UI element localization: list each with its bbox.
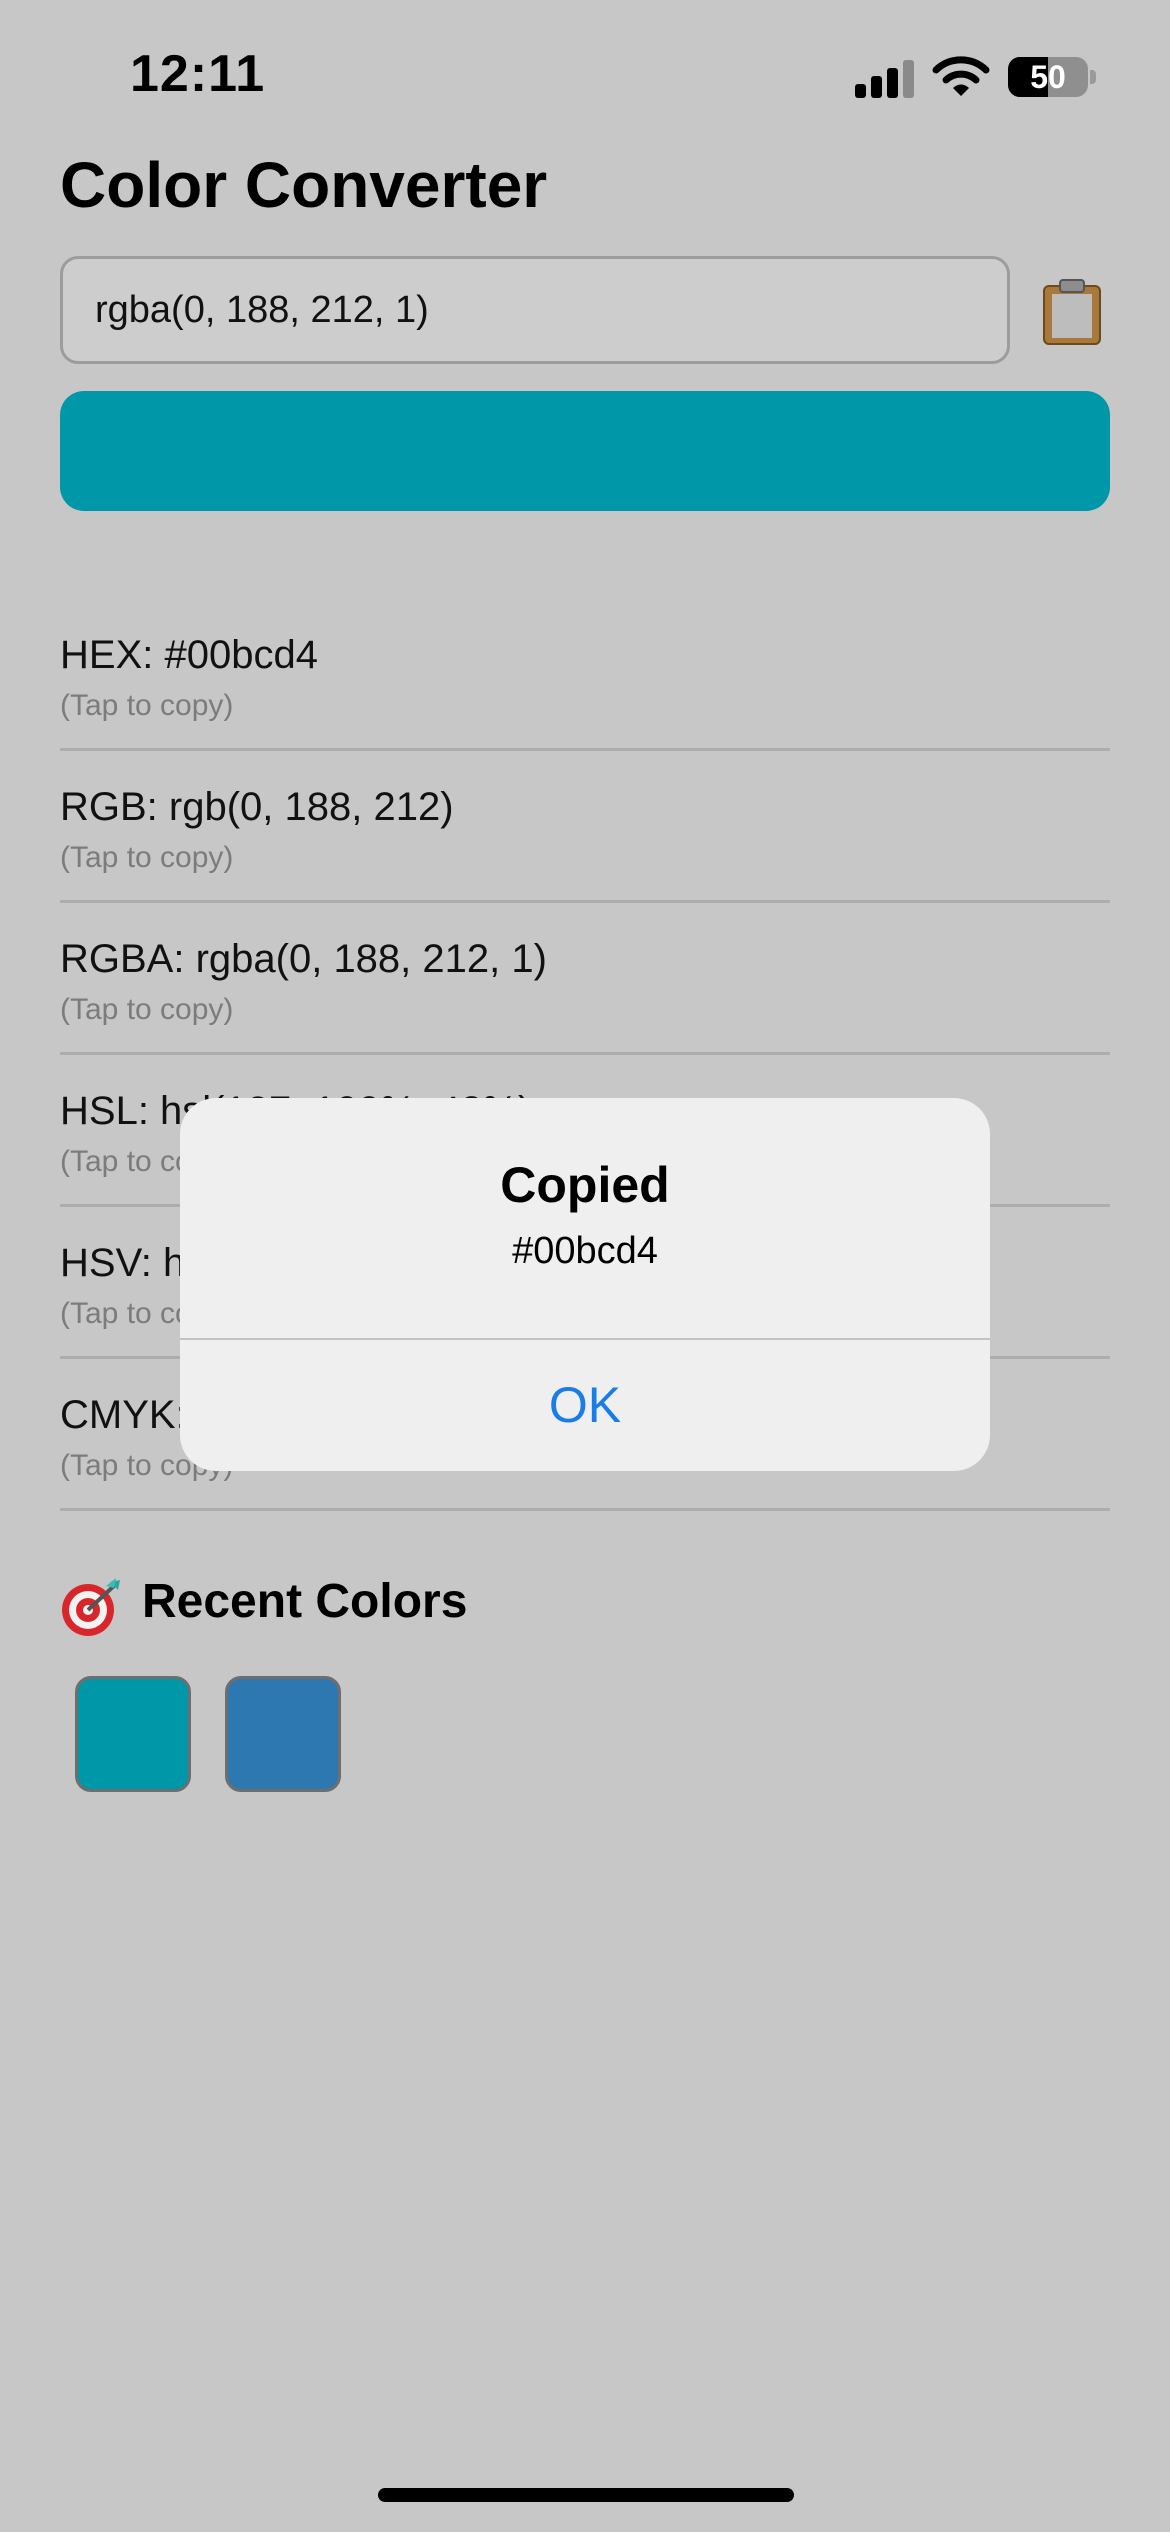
color-preview [60,391,1110,511]
battery-percent: 50 [1030,59,1066,95]
recent-colors-title: Recent Colors [142,1575,468,1628]
tap-to-copy-hint: (Tap to copy) [60,993,234,1026]
format-item-rgb[interactable]: RGB: rgb(0, 188, 212) (Tap to copy) [60,751,1110,903]
format-item-hex[interactable]: HEX: #00bcd4 (Tap to copy) [60,599,1110,751]
copied-alert: Copied #00bcd4 OK [180,1098,990,1471]
battery-icon: 50 [1008,57,1088,97]
target-icon [60,1578,124,1638]
alert-title: Copied [500,1157,670,1213]
tap-to-copy-hint: (Tap to copy) [60,689,234,722]
recent-color-swatch[interactable] [225,1676,341,1792]
recent-color-swatch[interactable] [75,1676,191,1792]
format-value: RGB: rgb(0, 188, 212) [60,785,454,829]
format-value: HEX: #00bcd4 [60,633,318,677]
page-title: Color Converter [60,149,548,221]
alert-message: #00bcd4 [512,1230,658,1272]
status-time: 12:11 [130,45,266,103]
ok-button[interactable]: OK [180,1340,990,1471]
battery-tip [1090,70,1096,84]
home-indicator [378,2488,794,2502]
clipboard-icon[interactable] [1040,278,1104,346]
color-input[interactable]: rgba(0, 188, 212, 1) [60,256,1010,364]
wifi-icon [932,54,990,98]
tap-to-copy-hint: (Tap to copy) [60,841,234,874]
format-value: RGBA: rgba(0, 188, 212, 1) [60,937,547,981]
format-item-rgba[interactable]: RGBA: rgba(0, 188, 212, 1) (Tap to copy) [60,903,1110,1055]
cellular-signal-icon [855,58,915,98]
